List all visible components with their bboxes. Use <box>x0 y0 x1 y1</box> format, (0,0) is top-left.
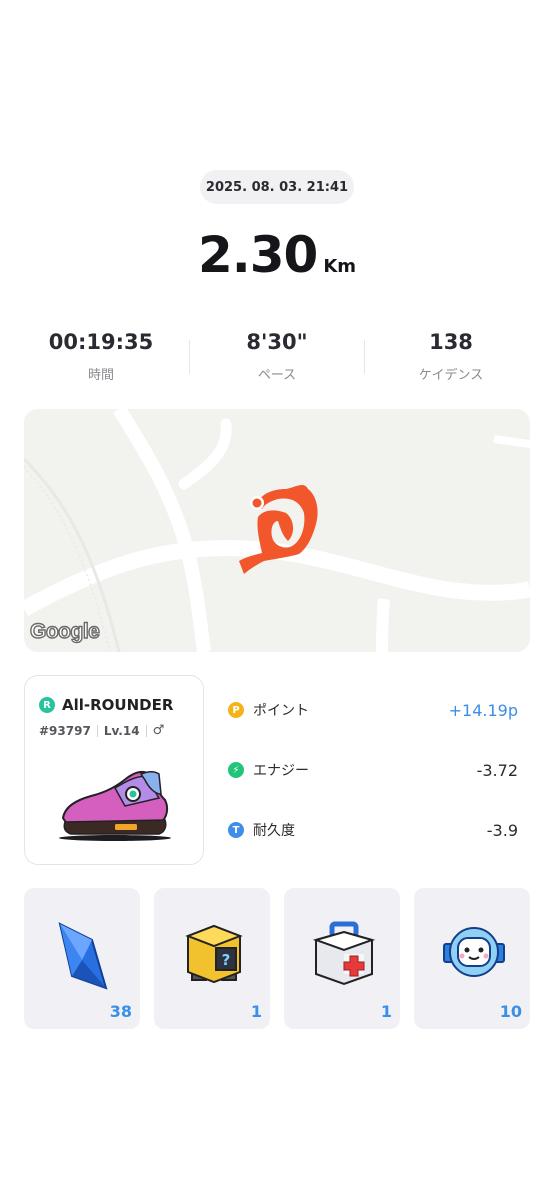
item-gem[interactable]: 38 <box>24 888 140 1029</box>
svg-text:?: ? <box>222 951 231 969</box>
energy-icon: ⚡ <box>228 762 244 778</box>
item-mystery-box-qty: 1 <box>250 1002 262 1021</box>
metric-energy-value: -3.72 <box>476 760 518 780</box>
metric-durability-value: -3.9 <box>486 820 518 840</box>
stat-cadence-label: ケイデンス <box>418 368 484 383</box>
metric-energy-label: エナジー <box>253 763 309 779</box>
metric-points: P ポイント +14.19p <box>228 690 518 730</box>
distance-value: 2.30 <box>197 226 318 284</box>
route-map[interactable]: Google <box>24 409 530 652</box>
stat-cadence: 138 ケイデンス <box>361 330 541 383</box>
robot-pet-icon <box>443 927 505 977</box>
map-road <box>376 598 390 652</box>
stat-pace-value: 8'30" <box>246 330 308 354</box>
item-gem-qty: 38 <box>109 1002 132 1021</box>
sneaker-token-id: #93797 <box>39 723 91 738</box>
sneaker-class: R All-ROUNDER <box>39 696 173 714</box>
metric-durability-label: 耐久度 <box>253 823 295 839</box>
durability-icon: T <box>228 822 244 838</box>
item-pet[interactable]: 10 <box>414 888 530 1029</box>
metric-durability: T 耐久度 -3.9 <box>228 810 518 850</box>
stat-time-label: 時間 <box>87 368 114 383</box>
run-stats: 00:19:35 時間 8'30" ペース 138 ケイデンス <box>0 330 554 386</box>
mystery-box-icon: ? <box>185 924 243 984</box>
item-pet-qty: 10 <box>499 1002 522 1021</box>
run-datetime: 2025. 08. 03. 21:41 <box>200 170 354 204</box>
map-canvas <box>24 409 530 652</box>
class-badge-icon: R <box>39 697 55 713</box>
route-start-marker <box>252 498 262 508</box>
gender-icon: ♂ <box>152 723 165 738</box>
map-road <box>493 435 530 448</box>
metric-points-value: +14.19p <box>448 700 518 720</box>
points-icon: P <box>228 702 244 718</box>
sneaker-level: Lv.14 <box>103 723 140 738</box>
item-first-aid[interactable]: 1 <box>284 888 400 1029</box>
stat-pace: 8'30" ペース <box>187 330 367 383</box>
blue-gem-icon <box>58 922 108 990</box>
meta-divider <box>96 724 98 737</box>
item-first-aid-qty: 1 <box>380 1002 392 1021</box>
meta-divider <box>145 724 147 737</box>
sneaker-class-name: All-ROUNDER <box>62 696 174 714</box>
stat-time: 00:19:35 時間 <box>11 330 191 383</box>
first-aid-kit-icon <box>312 921 376 986</box>
item-mystery-box[interactable]: ? 1 <box>154 888 270 1029</box>
sneaker-meta: #93797 Lv.14 ♂ <box>39 723 164 738</box>
distance-display: 2.30 Km <box>0 226 554 284</box>
stat-cadence-value: 138 <box>429 330 473 354</box>
sneaker-card[interactable]: R All-ROUNDER #93797 Lv.14 ♂ <box>24 675 204 865</box>
sneaker-icon <box>59 770 171 841</box>
google-logo: Google <box>29 619 100 643</box>
metric-points-label: ポイント <box>253 703 309 719</box>
stat-time-value: 00:19:35 <box>48 330 154 354</box>
distance-unit: Km <box>323 256 357 277</box>
metric-energy: ⚡ エナジー -3.72 <box>228 750 518 790</box>
stat-pace-label: ペース <box>257 368 297 383</box>
